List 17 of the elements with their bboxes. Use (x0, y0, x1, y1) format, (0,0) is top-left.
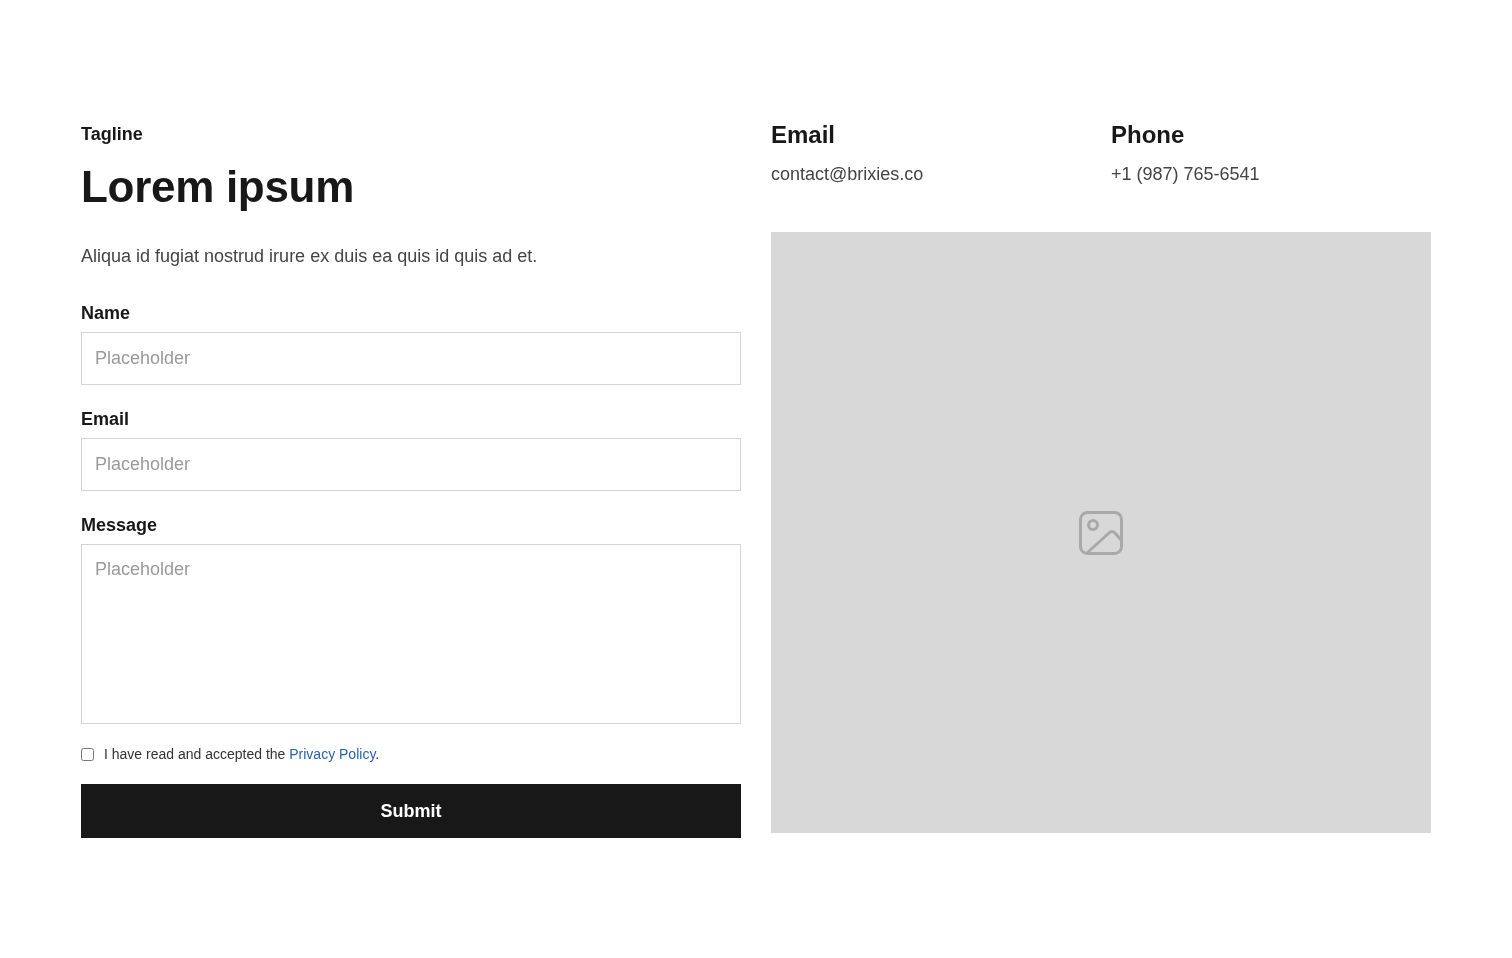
input-field[interactable]: Placeholder (81, 332, 741, 385)
field-label: Name (81, 302, 132, 325)
consent-text: I have read and accepted the Privacy Policy. (104, 746, 380, 762)
consent-checkbox[interactable] (81, 747, 94, 761)
contact-label: Email (771, 120, 837, 150)
field-label: Email (81, 408, 131, 431)
field-label: Message (81, 514, 159, 537)
contact-value: contact@brixies.co (771, 163, 925, 186)
submit-button[interactable]: Submit (81, 784, 741, 838)
message-field[interactable]: Placeholder (81, 544, 741, 724)
description: Aliqua id fugiat nostrud irure ex duis ea quis id quis ad et. (81, 245, 539, 268)
tagline: Tagline (81, 123, 144, 146)
input-field[interactable]: Placeholder (81, 438, 741, 491)
heading: Lorem ipsum (81, 161, 355, 213)
image-icon (1079, 510, 1123, 555)
contact-label: Phone (1111, 120, 1186, 150)
contact-value: +1 (987) 765-6541 (1111, 163, 1261, 186)
